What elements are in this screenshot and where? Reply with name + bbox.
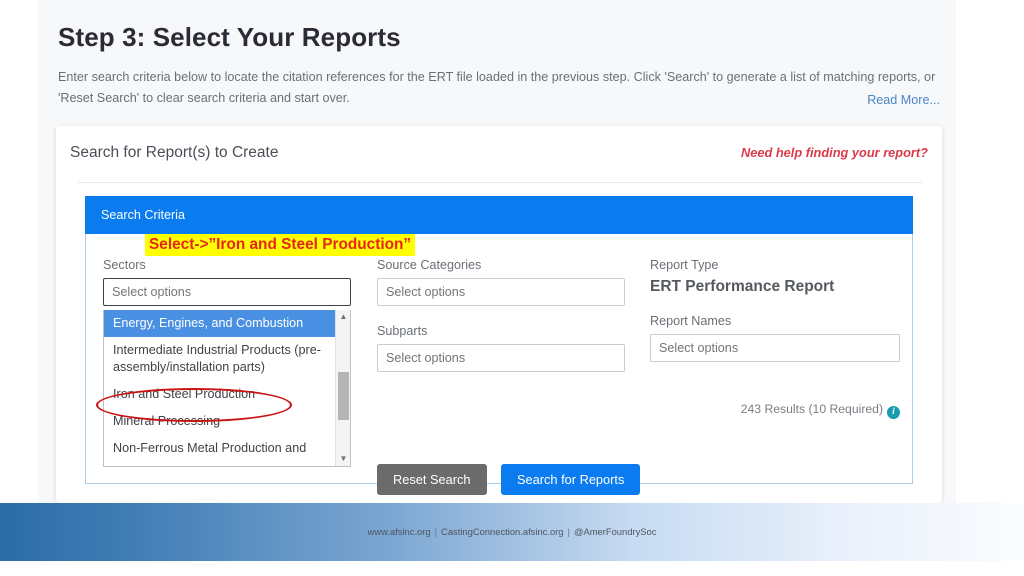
field-spacer (377, 306, 625, 324)
page-title: Step 3: Select Your Reports (58, 22, 401, 52)
sectors-label: Sectors (103, 258, 146, 272)
results-count-text: 243 Results (10 Required) (740, 402, 883, 416)
footer-separator: | (434, 526, 438, 537)
subparts-label: Subparts (377, 324, 428, 338)
sectors-input[interactable] (103, 278, 351, 306)
middle-field-column: Source Categories Subparts (377, 258, 625, 372)
report-type-label: Report Type (650, 258, 719, 272)
footer-text: www.afsinc.org | CastingConnection.afsinc.… (0, 503, 1024, 561)
right-field-column: Report Type ERT Performance Report Repor… (650, 258, 900, 362)
subparts-input[interactable] (377, 344, 625, 372)
footer-portal-link[interactable]: CastingConnection.afsinc.org (441, 526, 563, 537)
report-names-label: Report Names (650, 314, 732, 328)
search-criteria-header: Search Criteria (85, 196, 913, 234)
report-names-input[interactable] (650, 334, 900, 362)
card-divider (78, 182, 922, 183)
source-categories-label: Source Categories (377, 258, 482, 272)
slide-canvas: Step 3: Select Your Reports Enter search… (0, 0, 1024, 576)
scroll-up-arrow-icon[interactable]: ▲ (336, 310, 350, 324)
footer-social-handle[interactable]: @AmerFoundrySoc (574, 526, 656, 537)
search-card: Search for Report(s) to Create Need help… (56, 126, 942, 503)
card-title: Search for Report(s) to Create (70, 144, 279, 161)
source-categories-input[interactable] (377, 278, 625, 306)
sectors-dropdown-list[interactable]: Energy, Engines, and Combustion Intermed… (103, 310, 351, 467)
report-type-value: ERT Performance Report (650, 278, 835, 295)
reset-search-button[interactable]: Reset Search (377, 464, 487, 495)
read-more-link[interactable]: Read More... (867, 93, 940, 107)
criteria-form: Sectors Energy, Engines, and Combustion … (85, 234, 913, 495)
footer-notch (0, 482, 38, 503)
dropdown-option[interactable]: Mineral Processing (104, 408, 336, 435)
dropdown-option[interactable]: Energy, Engines, and Combustion (104, 310, 336, 337)
sectors-field-group: Sectors (103, 258, 351, 306)
page-description: Enter search criteria below to locate th… (58, 70, 936, 105)
dropdown-options: Energy, Engines, and Combustion Intermed… (104, 310, 336, 466)
dropdown-option[interactable]: Non-Ferrous Metal Production and (104, 435, 336, 462)
dropdown-option-iron-and-steel-production[interactable]: Iron and Steel Production (104, 381, 336, 408)
instruction-annotation-highlight: Select->”Iron and Steel Production” (145, 234, 416, 256)
need-help-link[interactable]: Need help finding your report? (741, 145, 928, 160)
dropdown-option[interactable]: Intermediate Industrial Products (pre-as… (104, 337, 336, 381)
dropdown-scrollbar[interactable]: ▲ ▼ (335, 310, 350, 466)
info-icon[interactable]: i (887, 406, 900, 419)
results-count-line: 243 Results (10 Required) i (650, 402, 900, 419)
scroll-down-arrow-icon[interactable]: ▼ (336, 452, 350, 466)
field-spacer (650, 296, 900, 314)
action-button-row: Reset Search Search for Reports (377, 464, 641, 495)
footer-website-link[interactable]: www.afsinc.org (368, 526, 431, 537)
search-for-reports-button[interactable]: Search for Reports (500, 464, 641, 495)
footer-separator: | (567, 526, 570, 537)
scrollbar-thumb[interactable] (338, 372, 349, 420)
